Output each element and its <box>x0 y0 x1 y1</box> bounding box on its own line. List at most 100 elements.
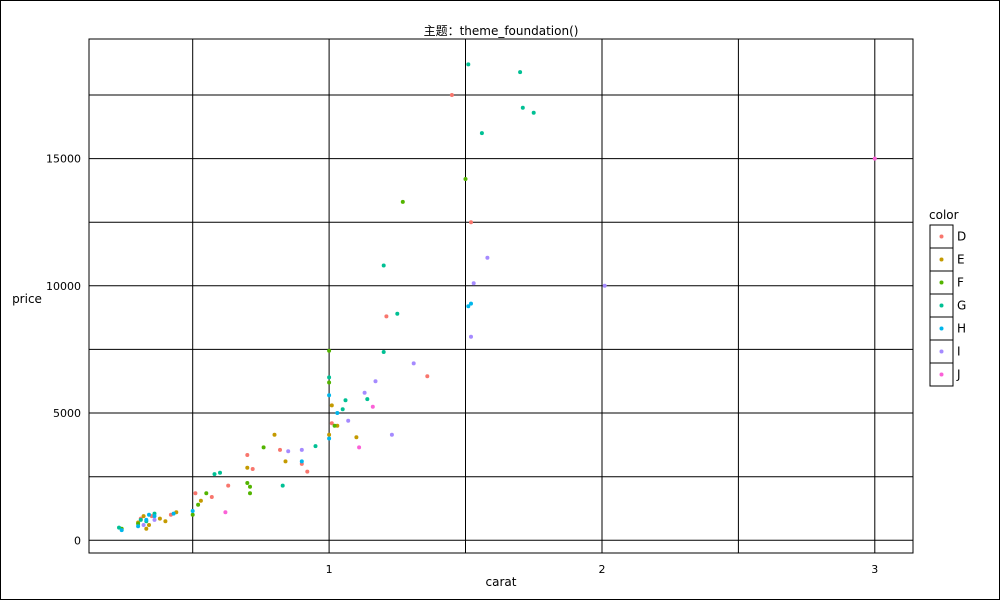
data-point-E <box>245 465 250 470</box>
data-point-G <box>520 105 525 110</box>
data-point-I <box>485 255 490 260</box>
data-point-E <box>329 403 334 408</box>
data-point-I <box>299 447 304 452</box>
data-point-G <box>313 444 318 449</box>
data-point-J <box>223 510 228 515</box>
data-point-H <box>327 436 332 441</box>
y-tick-label: 5000 <box>53 407 81 420</box>
data-point-J <box>370 404 375 409</box>
x-tick-labels: 1 2 3 <box>326 563 879 576</box>
data-point-G <box>212 472 217 477</box>
data-point-F <box>245 481 250 485</box>
data-point-F <box>327 380 332 385</box>
data-point-D <box>245 453 250 457</box>
legend-swatch-E <box>939 257 944 262</box>
x-tick-label: 1 <box>326 563 333 576</box>
data-point-E <box>198 498 203 503</box>
data-point-I <box>469 334 473 339</box>
data-point-H <box>119 528 124 533</box>
data-point-H <box>147 512 151 517</box>
legend-swatch-J <box>939 372 944 377</box>
data-point-E <box>283 459 288 464</box>
data-point-I <box>141 523 146 527</box>
data-point-F <box>196 502 201 507</box>
data-point-E <box>157 516 162 521</box>
legend-label-G: G <box>957 299 966 313</box>
data-point-I <box>389 432 394 437</box>
legend-swatch-D <box>939 234 944 239</box>
data-point-F <box>190 512 195 517</box>
chart-title: 主题：theme_foundation() <box>424 24 579 38</box>
legend-label-F: F <box>957 276 964 290</box>
data-point-H <box>152 514 157 519</box>
y-tick-label: 15000 <box>46 153 81 166</box>
data-point-E <box>141 514 146 519</box>
legend-swatch-G <box>939 303 944 308</box>
plot-window: 主题：theme_foundation() 1 2 3 0 5000 10000 1500… <box>0 0 1000 600</box>
data-point-I <box>411 361 416 366</box>
data-point-D <box>384 314 389 319</box>
y-tick-label: 0 <box>74 534 81 547</box>
y-tick-label: 10000 <box>46 280 81 293</box>
data-point-G <box>381 350 386 354</box>
data-point-I <box>602 283 607 288</box>
legend-swatch-F <box>939 280 944 285</box>
data-point-D <box>209 495 214 499</box>
data-point-F <box>248 491 252 496</box>
data-point-F <box>400 199 405 204</box>
data-point-G <box>340 407 345 412</box>
data-point-G <box>381 263 386 268</box>
data-point-J <box>357 445 362 450</box>
plot-panel <box>88 38 914 554</box>
data-point-E <box>272 432 277 437</box>
data-point-G <box>280 483 285 488</box>
data-point-H <box>144 517 149 522</box>
data-point-D <box>425 374 430 379</box>
data-point-D <box>469 220 473 225</box>
data-point-I <box>471 281 476 286</box>
data-point-H <box>171 511 176 516</box>
data-point-H <box>335 411 340 415</box>
data-point-H <box>190 509 195 513</box>
data-point-E <box>144 526 149 531</box>
x-tick-label: 2 <box>599 563 606 576</box>
x-tick-label: 3 <box>871 563 878 576</box>
legend-label-I: I <box>957 345 961 359</box>
data-point-F <box>332 423 337 428</box>
legend-label-J: J <box>956 368 961 382</box>
data-point-F <box>327 348 332 353</box>
data-point-I <box>362 390 367 395</box>
legend-label-E: E <box>957 253 965 267</box>
data-point-E <box>327 432 332 437</box>
y-axis-label: price <box>12 292 42 306</box>
legend-swatch-H <box>939 326 944 331</box>
data-point-H <box>469 301 473 306</box>
data-point-F <box>261 445 266 450</box>
data-point-H <box>327 393 332 398</box>
data-point-G <box>479 131 484 136</box>
data-point-F <box>463 177 468 181</box>
data-point-J <box>872 156 877 161</box>
legend-label-H: H <box>957 322 966 336</box>
data-point-E <box>163 519 168 524</box>
data-point-D <box>449 93 454 97</box>
data-point-G <box>138 517 143 522</box>
data-point-D <box>278 447 282 452</box>
data-point-F <box>204 491 209 496</box>
scatter-chart: 主题：theme_foundation() 1 2 3 0 5000 10000 1500… <box>12 24 966 589</box>
data-point-D <box>250 467 255 471</box>
data-point-D <box>226 483 231 488</box>
data-point-G <box>365 397 370 402</box>
data-point-I <box>373 379 378 384</box>
y-tick-labels: 0 5000 10000 15000 <box>46 153 81 548</box>
data-point-F <box>248 484 252 489</box>
data-point-I <box>346 418 351 423</box>
data-point-G <box>327 375 332 380</box>
data-point-G <box>531 110 536 115</box>
legend: color DEFGHIJ <box>929 208 966 387</box>
legend-swatch-I <box>939 349 944 354</box>
data-point-G <box>343 398 348 403</box>
legend-title: color <box>929 208 959 222</box>
data-point-D <box>305 469 310 474</box>
data-point-G <box>395 311 400 316</box>
